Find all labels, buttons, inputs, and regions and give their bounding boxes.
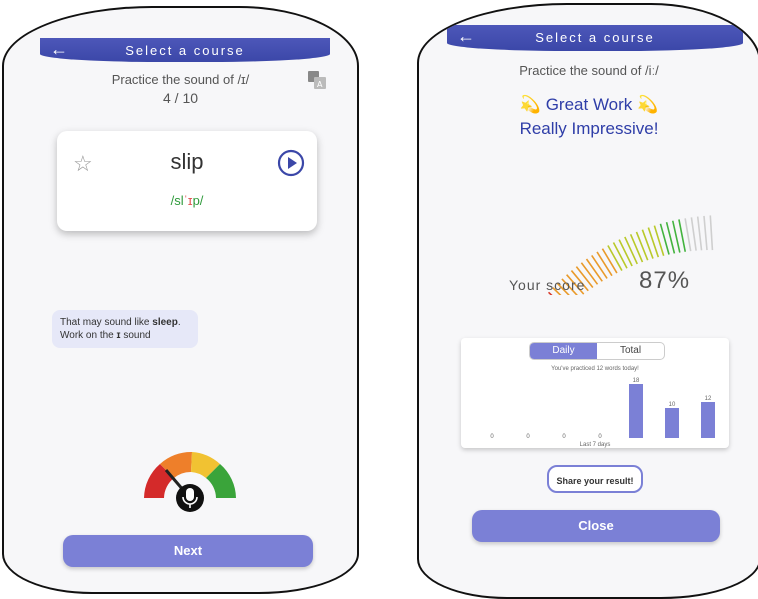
score-tick [696, 216, 703, 251]
translate-icon[interactable]: A [307, 70, 327, 90]
app-bar-title: Select a course [535, 30, 655, 45]
chart-x-label: Last 7 days [580, 442, 611, 448]
score-label: Your score [509, 277, 586, 293]
word-card: ☆ slip /slˈɪp/ [57, 131, 317, 231]
score-tick [709, 215, 714, 251]
chart-bar [701, 402, 715, 438]
chart-value-label: 0 [526, 434, 530, 440]
score-tick [585, 258, 603, 282]
score-tick [641, 229, 654, 259]
share-result-button[interactable]: Share your result! [547, 465, 643, 493]
tab-daily[interactable]: Daily [530, 343, 597, 359]
chart-bar [629, 384, 643, 438]
score-tick [690, 217, 697, 251]
svg-text:A: A [317, 80, 323, 89]
score-value: 87% [639, 267, 691, 294]
score-tick [618, 239, 633, 267]
phone-left: ← Select a course Practice the sound of … [2, 6, 359, 594]
phone-right: ← Select a course Practice the sound of … [417, 3, 758, 599]
practice-title: Practice the sound of /iː/ [519, 63, 659, 78]
next-button[interactable]: Next [63, 535, 313, 567]
score-tick [684, 218, 692, 252]
chart-value-label: 10 [669, 402, 676, 408]
app-bar: ← Select a course [40, 38, 330, 62]
tab-total[interactable]: Total [597, 343, 664, 359]
chart-value-label: 0 [598, 434, 602, 440]
chart-value-label: 12 [705, 396, 712, 402]
great-work-heading: 💫 Great Work 💫 [519, 95, 659, 114]
feedback-word: sleep [152, 317, 178, 328]
chart-bar [665, 408, 679, 438]
score-tick [629, 234, 644, 263]
app-bar: ← Select a course [447, 25, 743, 51]
chart-value-label: 0 [490, 434, 494, 440]
close-button[interactable]: Close [472, 510, 720, 542]
daily-bar-chart: 0 0 0 0 18 10 12 Last 7 days [490, 378, 715, 448]
ipa-transcription: /slˈɪp/ [170, 193, 204, 208]
feedback-bubble: That may sound like sleep. Work on the ɪ… [52, 310, 198, 348]
score-tick [678, 219, 687, 252]
stats-card: Daily Total You've practiced 12 words to… [461, 338, 729, 448]
microphone-icon[interactable] [176, 484, 204, 512]
progress-counter: 4 / 10 [162, 90, 199, 106]
ipa-error-mark: ˈɪ [183, 193, 193, 208]
score-tick [624, 236, 638, 265]
score-tick [607, 245, 623, 271]
score-tick [596, 251, 613, 277]
chart-value-label: 0 [562, 434, 566, 440]
impressive-heading: Really Impressive! [519, 119, 659, 138]
app-bar-title: Select a course [125, 43, 245, 58]
pronunciation-gauge [144, 451, 236, 512]
chart-value-label: 18 [633, 378, 640, 384]
score-tick [591, 254, 608, 279]
score-tick [612, 242, 628, 269]
practice-title: Practice the sound of /ɪ/ [111, 72, 250, 87]
score-tick [601, 248, 618, 274]
stats-tabs: Daily Total [529, 342, 665, 360]
score-tick [703, 215, 708, 251]
score-tick [635, 231, 649, 261]
play-icon[interactable] [277, 149, 305, 177]
